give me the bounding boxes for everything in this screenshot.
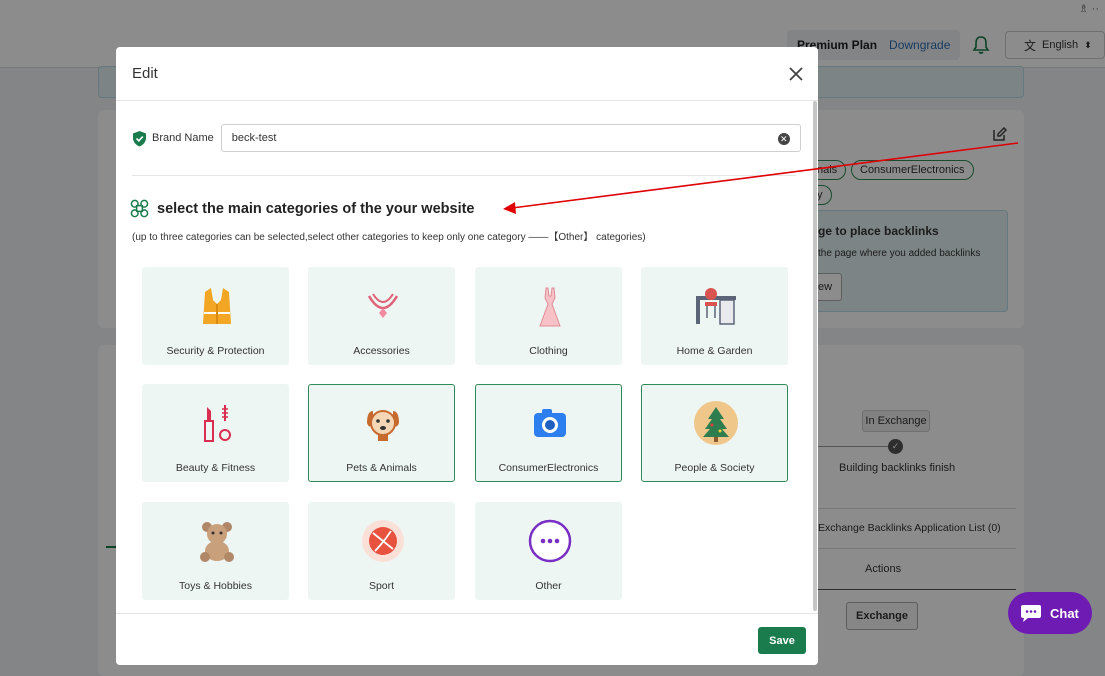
dialog-header: Edit [116,47,818,101]
teddy-bear-icon [200,522,234,562]
category-label: Clothing [529,345,568,357]
section-divider [132,175,796,176]
brand-name-input[interactable]: beck-test ✕ [220,124,801,152]
ball-icon [362,520,404,562]
clear-input-icon[interactable]: ✕ [777,133,790,145]
dress-icon [539,287,561,327]
edit-dialog: Edit Brand Name beck-test ✕ select the m… [116,47,818,665]
category-label: Toys & Hobbies [179,580,252,592]
category-label: People & Society [674,462,755,474]
category-tile[interactable]: Accessories [308,267,455,365]
brand-name-value: beck-test [231,132,277,144]
chat-bubble-icon [1021,605,1041,622]
dialog-scrollbar[interactable] [813,101,817,611]
category-tile[interactable]: Security & Protection [142,267,289,365]
chat-button[interactable]: Chat [1008,592,1092,634]
category-tile[interactable]: ConsumerElectronics [475,384,622,482]
category-tile[interactable]: Toys & Hobbies [142,502,289,600]
category-tile[interactable]: Other [475,502,622,600]
category-label: ConsumerElectronics [498,462,599,474]
categories-title: select the main categories of the your w… [157,200,475,217]
categories-hint: (up to three categories can be selected,… [132,232,646,243]
category-label: Other [535,580,562,592]
camera-icon [534,409,566,437]
more-icon [528,519,572,563]
category-label: Home & Garden [676,345,753,357]
close-icon[interactable] [786,64,806,84]
dialog-title: Edit [132,65,158,82]
save-button[interactable]: Save [758,627,806,654]
category-label: Accessories [353,345,410,357]
dog-icon [367,410,399,441]
category-label: Security & Protection [166,345,265,357]
dialog-footer: Save [116,613,818,665]
lipstick-icon [204,405,231,442]
category-tile[interactable]: Sport [308,502,455,600]
category-label: Beauty & Fitness [175,462,256,474]
category-label: Pets & Animals [346,462,417,474]
shield-check-icon [133,130,146,146]
brand-name-row: Brand Name beck-test ✕ [132,124,801,152]
brand-name-label: Brand Name [152,132,214,144]
necklace-icon [367,293,399,318]
command-icon [130,199,149,218]
category-label: Sport [368,580,395,592]
category-tile[interactable]: Clothing [475,267,622,365]
category-tile[interactable]: Pets & Animals [308,384,455,482]
vest-icon [203,288,231,324]
category-tile[interactable]: Home & Garden [641,267,788,365]
chat-label: Chat [1050,605,1079,621]
tree-icon [694,401,738,445]
category-tile[interactable]: Beauty & Fitness [142,384,289,482]
desk-chair-icon [696,288,736,325]
categories-heading: select the main categories of the your w… [130,199,475,218]
category-tile[interactable]: People & Society [641,384,788,482]
